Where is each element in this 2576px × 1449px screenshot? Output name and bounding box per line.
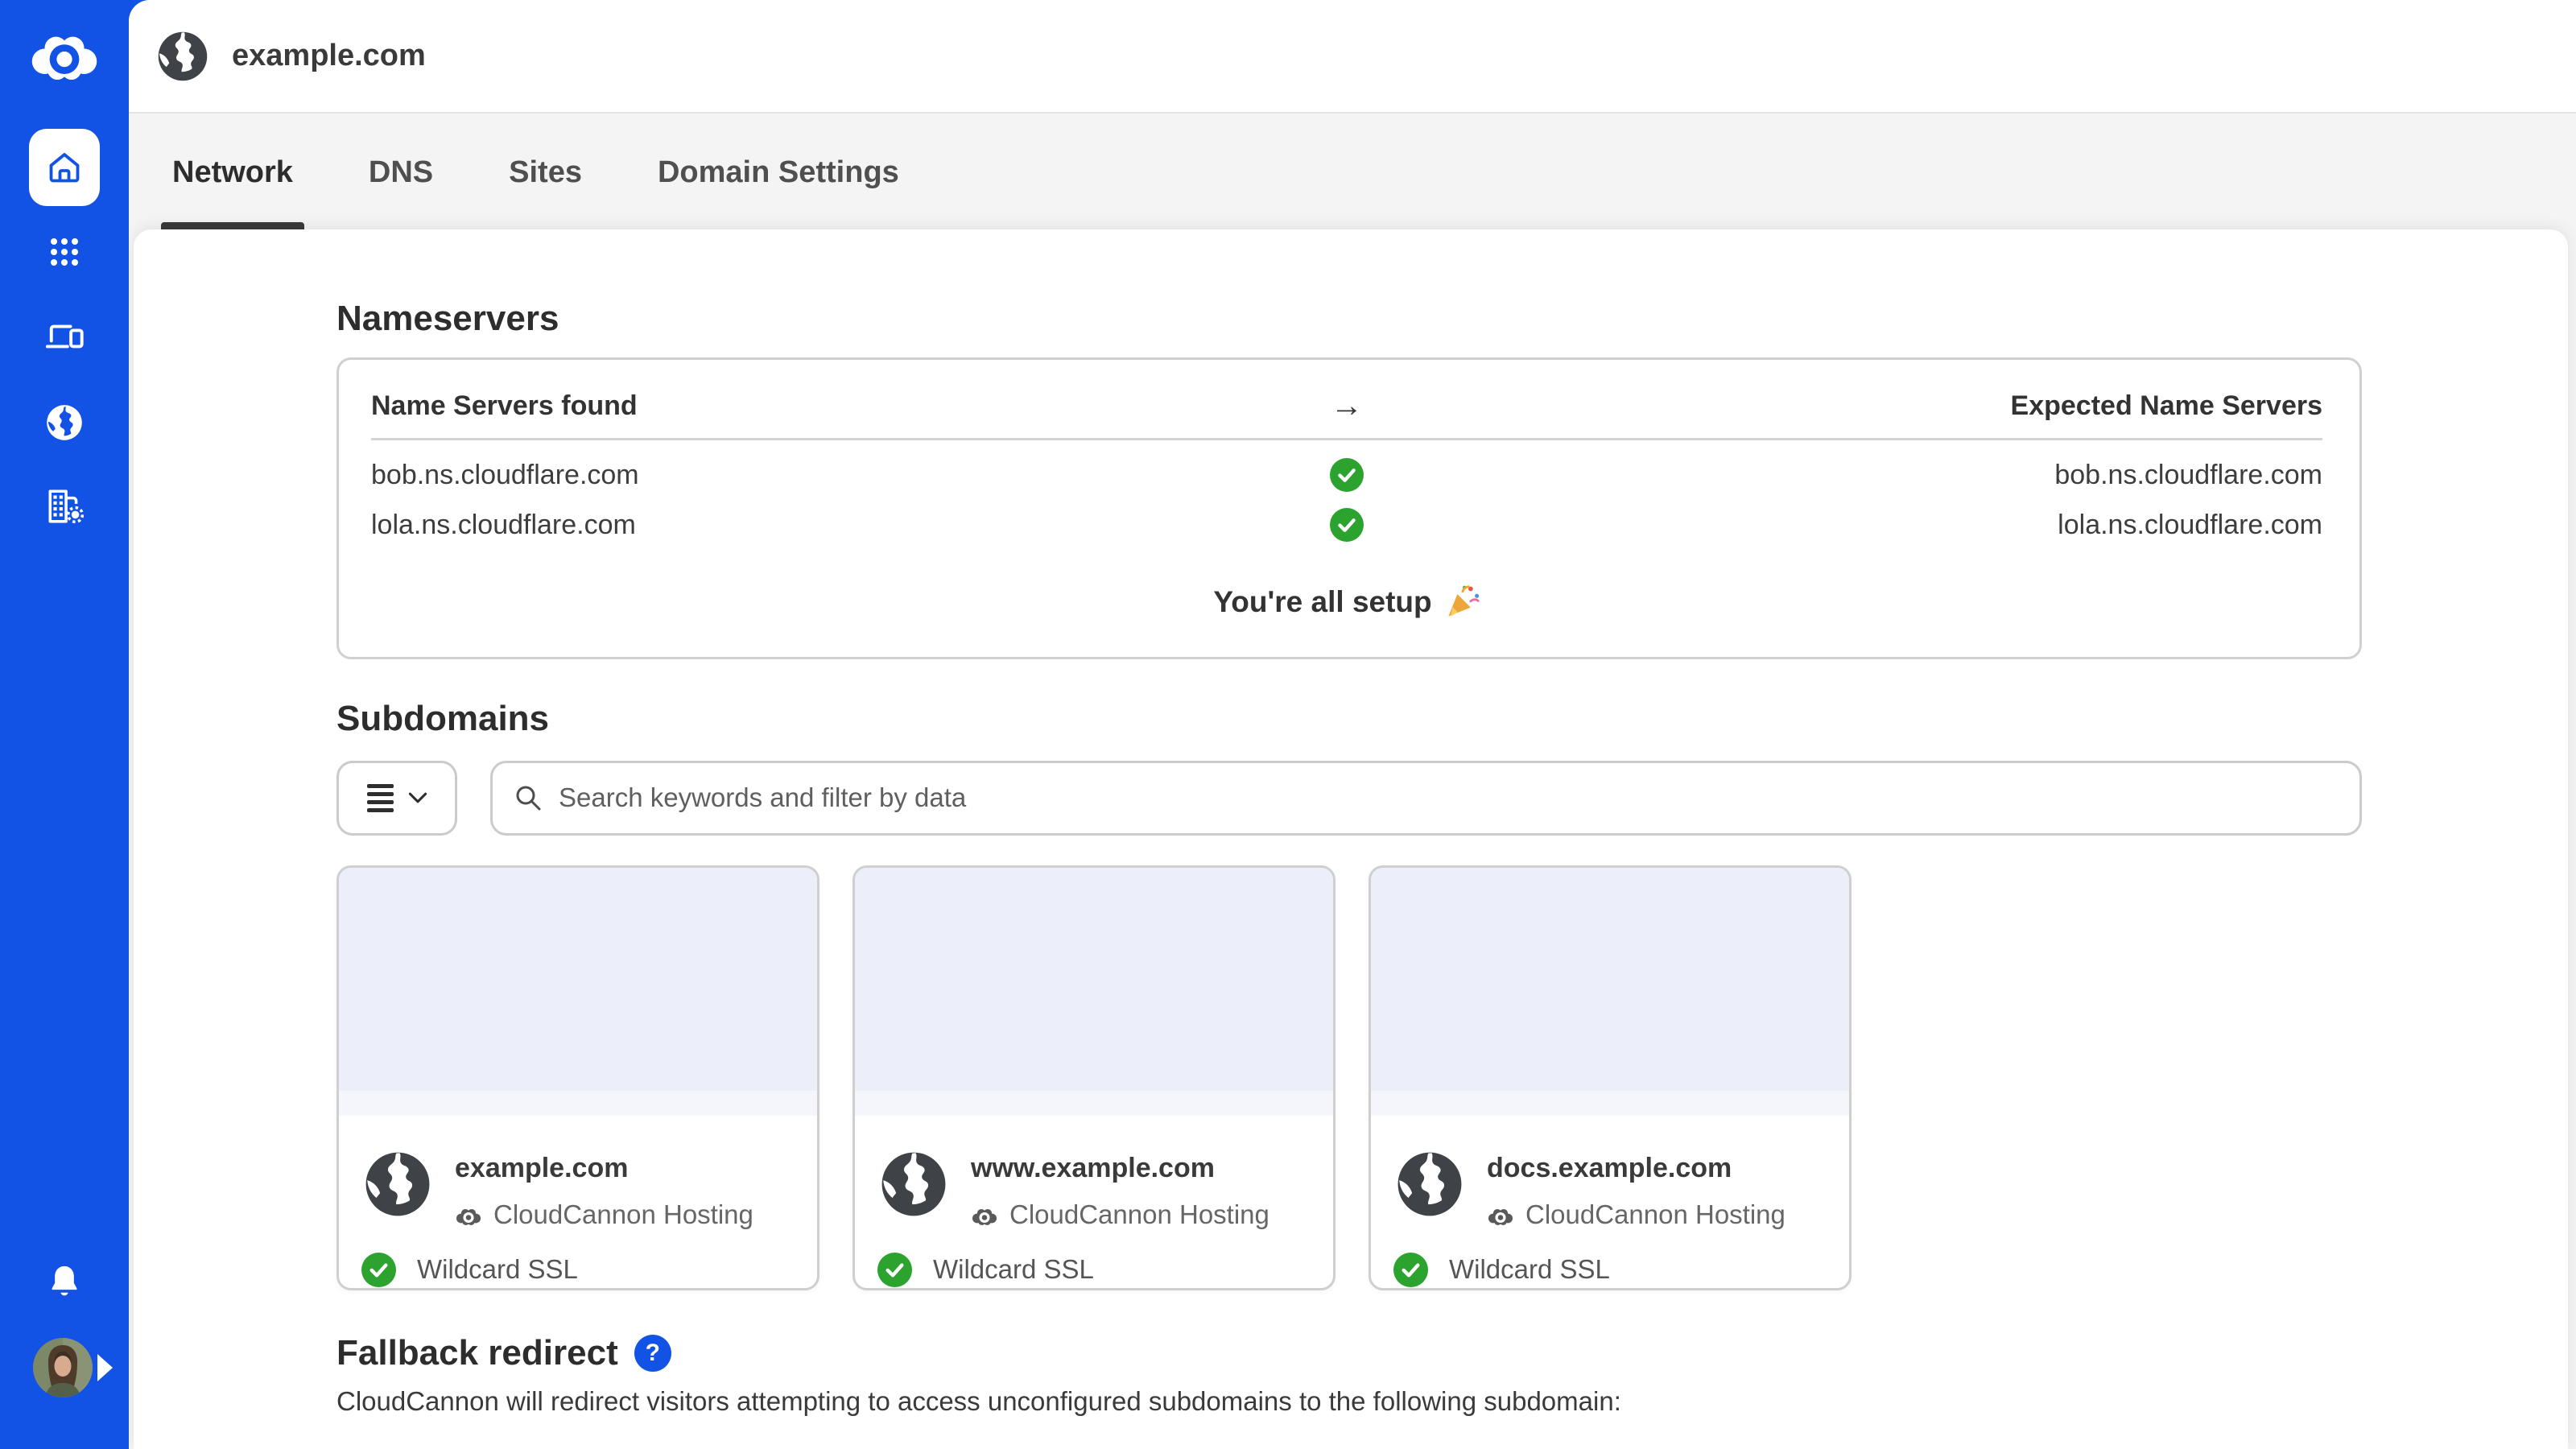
site-info: docs.example.com CloudCannon Hosting [1371, 1116, 1849, 1288]
expected-nameserver: bob.ns.cloudflare.com [1375, 458, 2322, 493]
search-icon [514, 783, 543, 812]
party-popper-icon [1445, 584, 1480, 620]
tab-dns[interactable]: DNS [369, 115, 433, 229]
table-row: bob.ns.cloudflare.com bob.ns.cloudflare.… [371, 458, 2322, 493]
hosting-label: CloudCannon Hosting [1487, 1199, 1785, 1230]
search-bar [490, 761, 2362, 836]
chevron-down-icon [408, 791, 427, 804]
check-circle-icon [1330, 458, 1364, 492]
found-nameserver: lola.ns.cloudflare.com [371, 508, 1319, 543]
subdomain-cards: example.com CloudCannon Hosting [336, 865, 2362, 1290]
ssl-status: Wildcard SSL [877, 1253, 1094, 1287]
subdomain-card[interactable]: docs.example.com CloudCannon Hosting [1368, 865, 1852, 1290]
sidebar-expand-arrow-icon[interactable] [97, 1354, 113, 1381]
user-photo [33, 1338, 93, 1397]
subdomain-name: www.example.com [971, 1153, 1215, 1184]
nameservers-table-header: Name Servers found → Expected Name Serve… [371, 389, 2322, 440]
sidebar-item-domains[interactable] [0, 401, 129, 444]
subdomain-card[interactable]: example.com CloudCannon Hosting [336, 865, 819, 1290]
sidebar-item-sites[interactable] [0, 316, 129, 357]
hosting-label: CloudCannon Hosting [971, 1199, 1269, 1230]
expected-nameserver: lola.ns.cloudflare.com [1375, 508, 2322, 543]
page-title: example.com [232, 39, 426, 73]
fallback-redirect-heading: Fallback redirect [336, 1335, 618, 1372]
cloudcannon-mark-icon [971, 1203, 998, 1225]
globe-icon [1395, 1150, 1464, 1219]
domain-header: example.com [129, 0, 2576, 114]
column-name-servers-found: Name Servers found [371, 391, 1319, 420]
globe-icon [156, 30, 209, 83]
found-nameserver: bob.ns.cloudflare.com [371, 458, 1319, 493]
table-row: lola.ns.cloudflare.com lola.ns.cloudflar… [371, 508, 2322, 543]
cloudcannon-logo[interactable] [27, 29, 101, 85]
arrow-right-icon: → [1319, 389, 1375, 423]
sidebar [0, 0, 129, 1449]
fallback-redirect-description: CloudCannon will redirect visitors attem… [336, 1385, 2362, 1418]
subdomains-toolbar [336, 761, 2362, 836]
check-circle-icon [1330, 508, 1364, 542]
cloudcannon-mark-icon [1487, 1203, 1514, 1225]
tab-domain-settings[interactable]: Domain Settings [658, 115, 899, 229]
check-circle-icon [1393, 1253, 1428, 1287]
site-info: example.com CloudCannon Hosting [339, 1116, 817, 1288]
sidebar-item-home[interactable] [29, 129, 100, 206]
globe-icon [363, 1150, 432, 1219]
sidebar-item-organization[interactable] [0, 485, 129, 528]
bell-icon [47, 1263, 82, 1300]
fallback-redirect-header: Fallback redirect ? [336, 1335, 2362, 1372]
subdomain-name: docs.example.com [1487, 1153, 1732, 1184]
app-window: example.com Network DNS Sites Domain Set… [0, 0, 2576, 1449]
status-message: You're all setup [371, 584, 2322, 620]
globe-icon [45, 403, 84, 442]
subdomain-card[interactable]: www.example.com CloudCannon Hosting [852, 865, 1335, 1290]
help-icon[interactable]: ? [634, 1335, 671, 1372]
check-circle-icon [361, 1253, 396, 1287]
list-lines-icon [367, 784, 394, 812]
user-avatar[interactable] [33, 1338, 93, 1397]
check-circle-icon [877, 1253, 912, 1287]
ssl-status: Wildcard SSL [361, 1253, 578, 1287]
site-preview [339, 868, 817, 1116]
column-expected-name-servers: Expected Name Servers [1375, 391, 2322, 420]
site-info: www.example.com CloudCannon Hosting [855, 1116, 1333, 1288]
sidebar-item-apps[interactable] [0, 232, 129, 272]
subdomains-heading: Subdomains [336, 700, 2362, 737]
search-input[interactable] [559, 763, 2339, 833]
content-panel: Nameservers Name Servers found → Expecte… [134, 229, 2568, 1449]
tab-bar: Network DNS Sites Domain Settings [129, 115, 2576, 229]
apps-grid-icon [47, 234, 82, 270]
nameservers-card: Name Servers found → Expected Name Serve… [336, 357, 2362, 658]
view-filter-button[interactable] [336, 761, 457, 836]
site-preview [1371, 868, 1849, 1116]
site-preview [855, 868, 1333, 1116]
home-icon [46, 150, 83, 185]
subdomain-name: example.com [455, 1153, 628, 1184]
devices-icon [43, 319, 85, 354]
notifications-button[interactable] [0, 1261, 129, 1302]
main-area: example.com Network DNS Sites Domain Set… [129, 0, 2576, 1449]
cloudcannon-mark-icon [455, 1203, 482, 1225]
ssl-status: Wildcard SSL [1393, 1253, 1610, 1287]
nameservers-heading: Nameservers [336, 300, 2362, 337]
building-settings-icon [44, 487, 85, 526]
tab-network[interactable]: Network [172, 115, 293, 229]
tab-sites[interactable]: Sites [509, 115, 582, 229]
hosting-label: CloudCannon Hosting [455, 1199, 753, 1230]
globe-icon [879, 1150, 948, 1219]
